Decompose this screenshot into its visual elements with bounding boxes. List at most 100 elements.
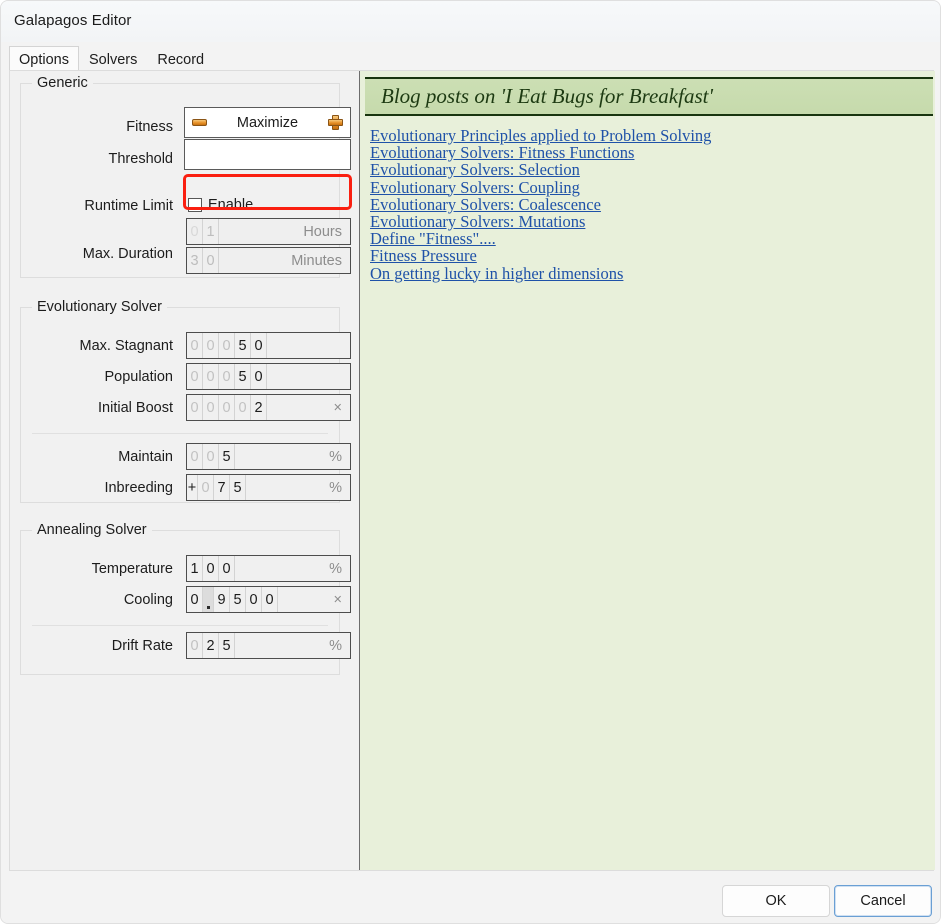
temperature-input[interactable]: 1 0 0 % [186,555,351,582]
panel-splitter[interactable] [351,71,359,870]
ok-button[interactable]: OK [722,885,830,917]
digit-cell[interactable]: 1 [187,556,203,581]
inbreeding-input[interactable]: + 0 7 5 % [186,474,351,501]
tab-options[interactable]: Options [9,46,79,71]
fitness-combo[interactable]: Maximize [184,107,351,138]
digit-cell[interactable]: 0 [235,395,251,420]
minus-icon[interactable] [192,119,207,126]
threshold-input[interactable] [184,139,351,170]
blog-link[interactable]: Evolutionary Principles applied to Probl… [370,127,711,144]
temperature-label: Temperature [91,561,173,577]
digit-cell[interactable]: 0 [219,395,235,420]
blog-link[interactable]: Define "Fitness".... [370,230,496,247]
digit-cell[interactable]: 2 [251,395,267,420]
unit-label: × [333,399,342,416]
tab-record[interactable]: Record [147,46,214,71]
digit-cell[interactable]: 3 [187,248,203,273]
blog-link[interactable]: Evolutionary Solvers: Fitness Functions [370,144,634,161]
numbox-filler [219,248,291,273]
digit-cell[interactable]: 0 [203,248,219,273]
digit-cell[interactable]: 0 [203,395,219,420]
runtime-limit-enable-label: Enable [208,197,254,213]
unit-label: × [333,591,342,608]
digit-cell[interactable]: 0 [203,333,219,358]
blog-panel: Blog posts on 'I Eat Bugs for Breakfast'… [359,71,935,870]
title-bar: Galapagos Editor [1,1,940,42]
blog-link[interactable]: On getting lucky in higher dimensions [370,264,623,282]
blog-link-list: Evolutionary Principles applied to Probl… [370,127,920,282]
digit-cell[interactable]: 0 [187,633,203,658]
plus-icon[interactable] [328,115,343,130]
digit-cell[interactable]: 0 [219,333,235,358]
fitness-value: Maximize [236,114,299,131]
max-duration-hours-input[interactable]: 0 1 Hours [186,218,351,245]
window-title: Galapagos Editor [14,12,132,29]
cooling-label: Cooling [123,592,173,608]
digit-cell[interactable]: 0 [262,587,278,612]
digit-cell[interactable]: 0 [203,556,219,581]
cooling-input[interactable]: 0 . 9 5 0 0 × [186,586,351,613]
inbreeding-label: Inbreeding [104,480,173,496]
galapagos-editor-window: Galapagos Editor Options Solvers Record … [0,0,941,924]
digit-cell[interactable]: 9 [214,587,230,612]
digit-cell[interactable]: 5 [230,587,246,612]
checkbox-box[interactable] [188,198,202,212]
max-stagnant-label: Max. Stagnant [79,338,174,354]
digit-cell[interactable]: 5 [219,633,235,658]
digit-cell[interactable]: 1 [203,219,219,244]
population-input[interactable]: 0 0 0 5 0 [186,363,351,390]
blog-link[interactable]: Evolutionary Solvers: Coalescence [370,196,601,213]
digit-cell[interactable]: 2 [203,633,219,658]
blog-link[interactable]: Evolutionary Solvers: Selection [370,161,580,178]
digit-cell[interactable]: 0 [187,219,203,244]
digit-cell[interactable]: 0 [187,395,203,420]
cancel-button[interactable]: Cancel [834,885,932,917]
numbox-filler [219,219,303,244]
blog-banner-title: Blog posts on 'I Eat Bugs for Breakfast' [381,84,713,108]
numbox-filler [235,556,329,581]
digit-cell[interactable]: 0 [187,364,203,389]
unit-label: Hours [303,223,342,240]
sign-cell[interactable]: + [187,475,198,500]
drift-rate-label: Drift Rate [111,638,173,654]
tab-solvers[interactable]: Solvers [79,46,147,71]
blog-link[interactable]: Fitness Pressure [370,247,477,264]
maintain-input[interactable]: 0 0 5 % [186,443,351,470]
max-duration-label: Max. Duration [82,246,173,262]
group-separator [32,625,328,626]
threshold-label: Threshold [108,151,173,167]
digit-cell[interactable]: 0 [187,587,203,612]
digit-cell[interactable]: 0 [198,475,214,500]
blog-link[interactable]: Evolutionary Solvers: Mutations [370,213,585,230]
numbox-filler [246,475,329,500]
unit-label [342,333,350,358]
tab-options-label: Options [19,51,69,68]
digit-cell[interactable]: 0 [187,444,203,469]
generic-group-title: Generic [32,75,93,91]
runtime-limit-enable-checkbox[interactable]: Enable [188,197,253,213]
blog-link[interactable]: Evolutionary Solvers: Coupling [370,178,580,196]
digit-cell[interactable]: 0 [246,587,262,612]
digit-cell[interactable]: 0 [203,444,219,469]
dialog-footer: OK Cancel [1,873,940,923]
max-duration-minutes-input[interactable]: 3 0 Minutes [186,247,351,274]
digit-cell[interactable]: 5 [219,444,235,469]
digit-cell[interactable]: 0 [219,556,235,581]
unit-label: % [329,479,342,496]
numbox-filler [278,587,334,612]
initial-boost-input[interactable]: 0 0 0 0 2 × [186,394,351,421]
digit-cell[interactable]: 0 [219,364,235,389]
digit-cell[interactable]: 5 [235,333,251,358]
digit-cell[interactable]: 5 [235,364,251,389]
digit-cell[interactable]: 0 [187,333,203,358]
evolutionary-solver-group-title: Evolutionary Solver [32,299,167,315]
unit-label [342,364,350,389]
max-stagnant-input[interactable]: 0 0 0 5 0 [186,332,351,359]
drift-rate-input[interactable]: 0 2 5 % [186,632,351,659]
unit-label: % [329,448,342,465]
digit-cell[interactable]: 5 [230,475,246,500]
digit-cell[interactable]: 0 [203,364,219,389]
digit-cell[interactable]: 0 [251,364,267,389]
digit-cell[interactable]: 0 [251,333,267,358]
digit-cell[interactable]: 7 [214,475,230,500]
